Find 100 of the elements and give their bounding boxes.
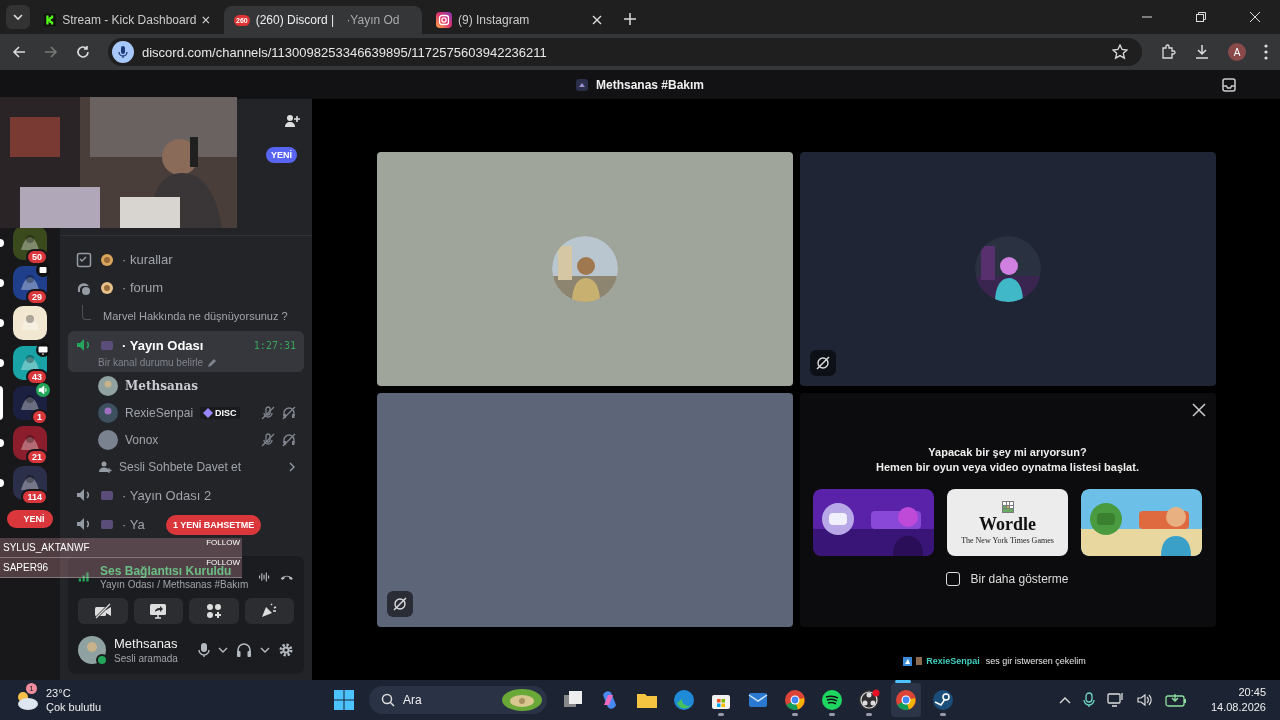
inbox-icon[interactable] — [1222, 78, 1236, 92]
battery-icon[interactable] — [1164, 693, 1187, 707]
speaker-icon — [76, 516, 92, 532]
mention-badge: 114 — [21, 489, 48, 505]
voice-channel-item[interactable]: · Yayın Odası 2 — [68, 481, 228, 509]
invite-to-voice-item[interactable]: Sesli Sohbete Davet et — [68, 454, 304, 480]
profile-avatar[interactable]: A — [1228, 43, 1246, 61]
add-person-icon — [98, 460, 112, 474]
close-icon[interactable] — [592, 15, 602, 25]
channel-name: · forum — [122, 280, 164, 295]
user-avatar — [98, 430, 118, 450]
speaker-icon — [76, 337, 92, 353]
video-tile[interactable] — [799, 152, 1216, 386]
close-icon[interactable] — [202, 15, 210, 25]
panel-heading: Yapacak bir şey mi arıyorsun? — [928, 445, 1087, 460]
microphone-icon[interactable] — [112, 41, 134, 63]
video-tile[interactable] — [376, 393, 793, 627]
voice-member[interactable]: Vonox — [68, 427, 304, 453]
shapes-icon — [205, 603, 222, 619]
camera-off-icon — [93, 603, 112, 619]
new-mention-pill[interactable]: 1 YENİ BAHSETME — [166, 515, 262, 535]
connection-status: Ses Bağlantısı Kuruldu — [100, 564, 232, 578]
app-icon[interactable] — [891, 683, 921, 717]
volume-icon[interactable] — [1136, 693, 1153, 707]
download-icon[interactable] — [1194, 44, 1210, 60]
soundboard-button[interactable] — [244, 598, 294, 624]
search-icon — [381, 693, 395, 707]
dont-show-again-checkbox[interactable]: Bir daha gösterme — [946, 572, 1069, 586]
reload-icon[interactable] — [76, 45, 90, 59]
chat-username: RexieSenpai — [926, 656, 980, 666]
user-avatar[interactable] — [78, 636, 106, 664]
new-badge: YENİ — [266, 147, 297, 163]
chevron-right-icon — [288, 462, 296, 472]
share-screen-button[interactable] — [133, 598, 183, 624]
restore-icon[interactable] — [1196, 12, 1206, 22]
chevron-down-icon[interactable] — [260, 646, 270, 654]
tab-title: Stream - Kick Dashboard — [62, 13, 197, 27]
chevron-down-icon[interactable] — [218, 646, 228, 654]
microphone-icon[interactable] — [198, 642, 210, 658]
camera-off-button[interactable] — [78, 598, 128, 624]
channel-status: Bir kanal durumu belirle — [98, 357, 204, 368]
address-bar[interactable]: discord.com/channels/1130098253346639895/1172575603942236211 — [108, 38, 1142, 66]
microphone-icon[interactable] — [1082, 692, 1095, 708]
tab-title: (260) Discord | — [255, 13, 335, 27]
game-title: Wordle — [979, 513, 1036, 535]
tab-search-button[interactable] — [6, 5, 30, 29]
channel-item[interactable]: · forum — [68, 274, 304, 301]
noise-suppression-icon[interactable] — [258, 569, 271, 585]
new-tab-icon[interactable] — [624, 13, 636, 25]
signal-icon — [78, 570, 91, 584]
mention-badge: 21 — [26, 449, 48, 465]
add-member-icon[interactable] — [284, 113, 300, 129]
party-horn-icon — [260, 603, 279, 619]
user-avatar — [98, 376, 118, 396]
star-icon[interactable] — [1112, 44, 1128, 60]
server-icon[interactable] — [13, 306, 47, 340]
voice-member[interactable]: Methsanas — [68, 373, 304, 399]
settings-icon[interactable] — [278, 642, 294, 658]
server-icon — [575, 78, 588, 91]
emoji-icon — [100, 517, 114, 531]
menu-icon[interactable] — [1264, 44, 1268, 60]
window-title: Methsanas #Bakım — [595, 77, 704, 92]
mention-badge: 29 — [26, 289, 48, 305]
user-status: Sesli aramada — [114, 653, 178, 664]
browser-tab[interactable]: (9) Instagram — [426, 6, 612, 34]
game-publisher: The New York Times Games — [961, 535, 1054, 545]
speaker-icon — [76, 487, 92, 503]
video-tile[interactable] — [376, 152, 793, 386]
browser-tab[interactable]: Stream - Kick Dashboard — [34, 6, 220, 34]
voice-member[interactable]: RexieSenpai DISC — [68, 400, 304, 426]
forward-icon[interactable] — [44, 45, 58, 59]
network-icon[interactable] — [1106, 692, 1125, 708]
voice-channel-item[interactable]: · Ya — [68, 510, 161, 538]
game-card[interactable]: Wordle The New York Times Games — [947, 489, 1068, 556]
channel-name: · kurallar — [122, 252, 173, 267]
voice-channel-link[interactable]: Yayın Odası / Methsanas #Bakım — [100, 579, 249, 590]
emoji-icon — [100, 488, 114, 502]
emoji-icon — [100, 252, 114, 267]
back-icon[interactable] — [12, 45, 26, 59]
extensions-icon[interactable] — [1160, 44, 1176, 60]
grid-icon — [1001, 500, 1014, 513]
new-messages-pill[interactable]: YENİ — [7, 510, 53, 528]
pencil-icon[interactable] — [207, 357, 218, 368]
username: Methsanas — [114, 636, 178, 651]
temperature: 23°C — [46, 686, 72, 700]
thread-item[interactable]: Marvel Hakkında ne düşnüyorsunuz ? — [68, 302, 304, 330]
clock-date[interactable]: 14.08.2026 — [1210, 700, 1266, 715]
start-icon[interactable] — [334, 690, 354, 710]
close-icon[interactable] — [1250, 12, 1260, 22]
chevron-up-icon[interactable] — [1058, 696, 1071, 704]
channel-item[interactable]: · kurallar — [68, 246, 304, 273]
calendar-icon — [36, 263, 50, 277]
clock-time[interactable]: 20:45 — [1238, 685, 1266, 700]
headphones-icon[interactable] — [236, 642, 252, 658]
activities-button[interactable] — [189, 598, 239, 624]
share-screen-icon — [149, 603, 168, 619]
close-icon[interactable] — [1191, 403, 1206, 417]
app-icon — [903, 656, 913, 666]
voice-channel-item[interactable]: · Yayın Odası 1:27:31 Bir kanal durumu belirle — [68, 331, 304, 372]
url-text: discord.com/channels/1130098253346639895/1172575603942236211 — [142, 44, 547, 60]
